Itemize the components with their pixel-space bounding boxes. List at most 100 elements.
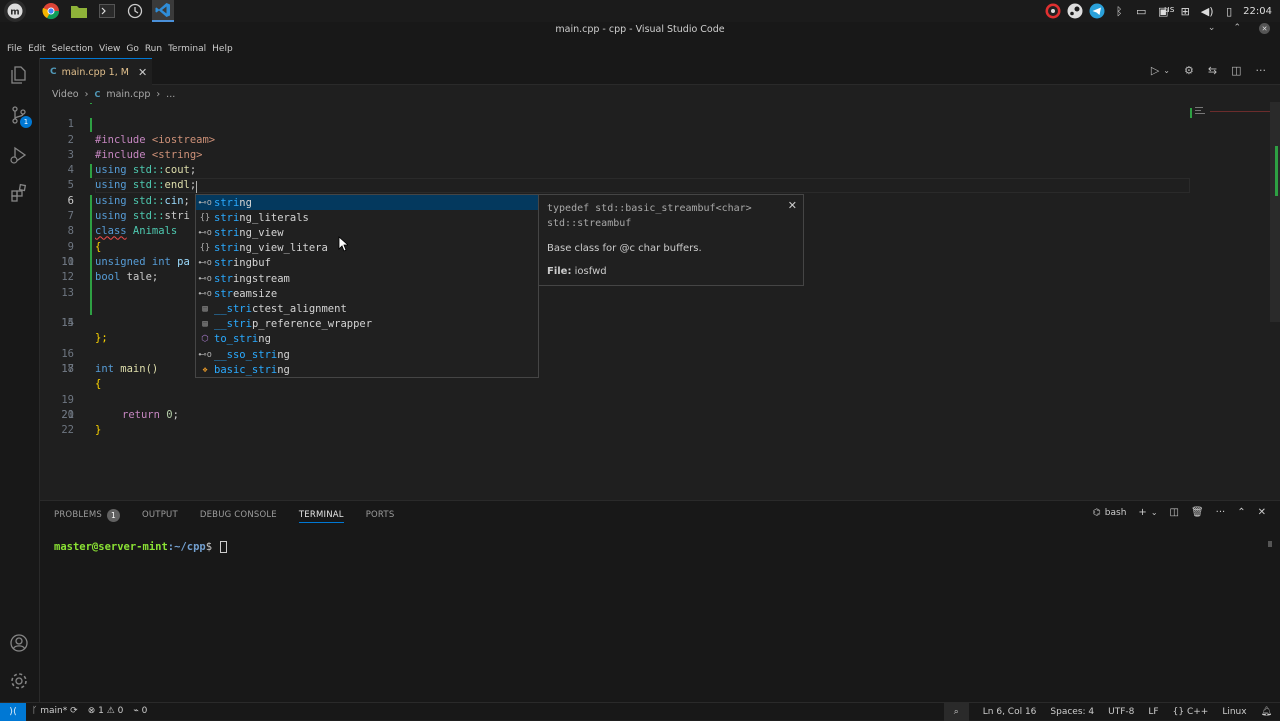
more-actions-icon[interactable]: ··· <box>1256 64 1267 77</box>
network-card-icon[interactable]: ▭ <box>1133 3 1149 19</box>
suggestion-item[interactable]: ▤ __strip_reference_wrapper <box>196 317 538 332</box>
suggestion-rest: ng <box>239 196 252 209</box>
network-icon[interactable]: ⊞ <box>1177 3 1193 19</box>
breadcrumb-folder[interactable]: Video <box>52 89 79 100</box>
more-actions-icon[interactable]: ··· <box>1216 507 1226 518</box>
suggestion-item[interactable]: ⊷o stringbuf <box>196 256 538 271</box>
tab-ports[interactable]: PORTS <box>366 507 395 523</box>
error-count: 1 <box>98 706 104 716</box>
problems-status[interactable]: ⊗ 1 ⚠ 0 <box>88 706 124 716</box>
status-left: ᚴ main* ⟳ ⊗ 1 ⚠ 0 ⌁ 0 <box>32 706 147 716</box>
tab-output[interactable]: OUTPUT <box>142 507 178 523</box>
battery-icon[interactable]: ▯ <box>1221 3 1237 19</box>
remote-icon[interactable]: ⟩⟨ <box>0 703 26 721</box>
terminal-scrollbar[interactable] <box>1268 541 1272 547</box>
suggestion-item[interactable]: ⊷o string <box>196 195 538 211</box>
timeshift-icon[interactable] <box>124 0 146 22</box>
minimap[interactable] <box>1190 106 1210 118</box>
language-mode[interactable]: {} C++ <box>1173 707 1209 717</box>
maximize-panel-icon[interactable]: ⌃ <box>1237 507 1245 518</box>
menu-help[interactable]: Help <box>209 44 236 54</box>
files-icon[interactable] <box>68 0 90 22</box>
terminal-icon[interactable] <box>96 0 118 22</box>
cursor-position[interactable]: Ln 6, Col 16 <box>983 707 1037 717</box>
manage-gear-icon[interactable] <box>8 670 30 692</box>
close-window-icon[interactable]: ✕ <box>1259 23 1270 34</box>
terminal-prompt[interactable]: master@server-mint:~/cpp$ <box>54 541 228 553</box>
suggestion-rest: ingstream <box>232 272 290 285</box>
line-number: 21 <box>61 409 74 421</box>
menu-edit[interactable]: Edit <box>25 44 48 54</box>
indentation[interactable]: Spaces: 4 <box>1050 707 1094 717</box>
editor-scrollbar[interactable] <box>1270 102 1280 322</box>
maximize-icon[interactable]: ⌃ <box>1233 23 1241 34</box>
new-terminal-icon[interactable]: + <box>1138 507 1146 518</box>
settings-gear-icon[interactable]: ⚙ <box>1184 64 1194 77</box>
minimize-icon[interactable]: ⌄ <box>1208 23 1216 34</box>
close-panel-icon[interactable]: ✕ <box>1258 507 1266 518</box>
trash-icon[interactable]: 🗑︎ <box>1191 507 1204 518</box>
run-debug-icon[interactable] <box>8 144 30 166</box>
tab-debug-console[interactable]: DEBUG CONSOLE <box>200 507 277 523</box>
menu-view[interactable]: View <box>96 44 123 54</box>
platform[interactable]: Linux <box>1222 707 1246 717</box>
suggestion-rest: ng <box>277 348 290 361</box>
extensions-icon[interactable] <box>8 182 30 204</box>
zoom-icon[interactable]: ⌕ <box>943 703 969 721</box>
suggestion-item[interactable]: ⊷o stringstream <box>196 271 538 286</box>
breadcrumb-file[interactable]: main.cpp <box>106 89 150 100</box>
symbol-class-icon: ❖ <box>202 364 208 375</box>
obs-icon[interactable] <box>1045 3 1061 19</box>
suggestion-item[interactable]: ⬡ to_string <box>196 332 538 347</box>
menu-file[interactable]: File <box>4 44 25 54</box>
telegram-icon[interactable] <box>1089 3 1105 19</box>
vscode-icon[interactable] <box>152 0 174 22</box>
tab-main-cpp[interactable]: C main.cpp 1, M ✕ <box>40 58 152 85</box>
clock[interactable]: 22:04 <box>1243 6 1272 17</box>
end-of-line[interactable]: LF <box>1148 707 1158 717</box>
ports-count: 0 <box>141 706 148 716</box>
suggestion-details: typedef std::basic_streambuf<char> std::… <box>538 194 804 286</box>
warning-count: 0 <box>117 706 124 716</box>
suggestion-item[interactable]: {} string_literals <box>196 210 538 225</box>
menu-go[interactable]: Go <box>123 44 141 54</box>
menu-bar: File Edit Selection View Go Run Terminal… <box>0 40 1280 58</box>
symbol-function-icon: ⬡ <box>201 334 209 345</box>
menu-selection[interactable]: Selection <box>49 44 96 54</box>
keyboard-layout[interactable]: us <box>1164 5 1174 15</box>
encoding[interactable]: UTF-8 <box>1108 707 1134 717</box>
menu-terminal[interactable]: Terminal <box>165 44 209 54</box>
breadcrumb-symbols[interactable]: ... <box>166 89 175 100</box>
mint-menu-icon[interactable]: m <box>4 0 26 22</box>
chevron-down-icon[interactable]: ⌄ <box>1151 508 1158 517</box>
tab-terminal[interactable]: TERMINAL <box>298 507 344 523</box>
ports-status[interactable]: ⌁ 0 <box>133 706 147 716</box>
chevron-down-icon[interactable]: ⌄ <box>1163 66 1170 77</box>
chrome-icon[interactable] <box>40 0 62 22</box>
tab-problems[interactable]: PROBLEMS 1 <box>54 507 120 523</box>
run-file-icon[interactable]: ▷ <box>1151 64 1159 77</box>
bluetooth-icon[interactable]: ᛒ <box>1111 3 1127 19</box>
suggestion-item[interactable]: ⊷o __sso_string <box>196 347 538 362</box>
notifications-bell-icon[interactable]: 🔔︎ <box>1261 707 1272 717</box>
volume-icon[interactable]: ◀) <box>1199 3 1215 19</box>
compare-changes-icon[interactable]: ⇆ <box>1208 64 1217 77</box>
accounts-icon[interactable] <box>8 632 30 654</box>
close-details-icon[interactable]: ✕ <box>788 199 797 212</box>
split-terminal-icon[interactable]: ◫ <box>1170 507 1179 518</box>
cpp-file-icon: C <box>50 67 57 77</box>
branch-status[interactable]: ᚴ main* ⟳ <box>32 706 78 716</box>
braces-icon: {} <box>1172 707 1187 717</box>
split-editor-icon[interactable]: ◫ <box>1231 64 1241 77</box>
explorer-icon[interactable] <box>8 64 30 86</box>
suggestion-item[interactable]: ⊷o streamsize <box>196 286 538 301</box>
symbol-namespace-icon: {} <box>199 212 211 223</box>
menu-run[interactable]: Run <box>142 44 165 54</box>
suggestion-item[interactable]: {} string_view_litera <box>196 241 538 256</box>
steam-icon[interactable] <box>1067 3 1083 19</box>
tab-close-icon[interactable]: ✕ <box>138 66 147 79</box>
suggestion-item[interactable]: ▤ __strictest_alignment <box>196 301 538 316</box>
suggestion-item[interactable]: ⊷o string_view <box>196 225 538 240</box>
suggestion-item[interactable]: ❖ basic_string <box>196 362 538 377</box>
shell-name[interactable]: bash <box>1105 508 1127 518</box>
